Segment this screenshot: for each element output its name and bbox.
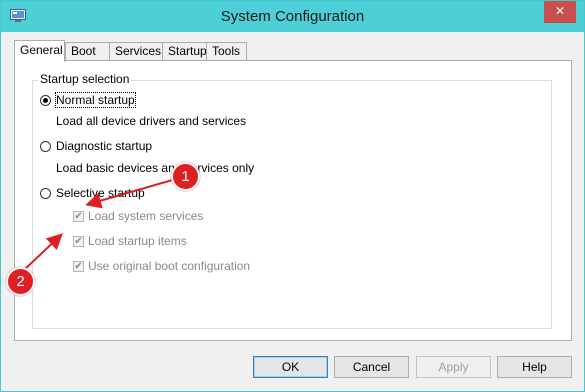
- startup-selection-legend: Startup selection: [38, 72, 132, 86]
- window-title: System Configuration: [220, 8, 365, 25]
- close-button[interactable]: ✕: [544, 1, 576, 23]
- load-startup-items-checkbox[interactable]: ✔: [73, 236, 84, 247]
- diagnostic-startup-label[interactable]: Diagnostic startup: [56, 139, 152, 153]
- tab-services[interactable]: Services: [109, 42, 163, 60]
- startup-selection-group: Startup selection Normal startup Load al…: [32, 72, 552, 329]
- annotation-badge-1: 1: [171, 162, 200, 191]
- tab-startup[interactable]: Startup: [162, 42, 207, 60]
- checkmark-icon: ✔: [74, 261, 83, 272]
- load-system-services-checkbox[interactable]: ✔: [73, 211, 84, 222]
- system-configuration-window: System Configuration ✕ General Boot Serv…: [0, 0, 585, 392]
- title-bar[interactable]: System Configuration ✕: [1, 1, 584, 32]
- checkmark-icon: ✔: [74, 211, 83, 222]
- normal-startup-description: Load all device drivers and services: [56, 114, 247, 128]
- use-original-boot-config-label[interactable]: Use original boot configuration: [88, 259, 250, 273]
- tab-tools[interactable]: Tools: [206, 42, 247, 60]
- apply-button[interactable]: Apply: [416, 356, 491, 378]
- use-original-boot-config-checkbox[interactable]: ✔: [73, 261, 84, 272]
- ok-button[interactable]: OK: [253, 356, 328, 378]
- selective-startup-radio[interactable]: [40, 188, 51, 199]
- normal-startup-label[interactable]: Normal startup: [55, 92, 136, 108]
- diagnostic-startup-description: Load basic devices and services only: [56, 161, 255, 175]
- cancel-button[interactable]: Cancel: [334, 356, 409, 378]
- help-button[interactable]: Help: [497, 356, 572, 378]
- annotation-badge-2: 2: [6, 267, 35, 296]
- checkmark-icon: ✔: [74, 236, 83, 247]
- diagnostic-startup-radio[interactable]: [40, 141, 51, 152]
- general-tab-panel: Startup selection Normal startup Load al…: [14, 60, 572, 341]
- selective-startup-label[interactable]: Selective startup: [56, 186, 145, 200]
- load-system-services-label[interactable]: Load system services: [88, 209, 203, 223]
- tab-general[interactable]: General: [14, 40, 65, 62]
- load-startup-items-label[interactable]: Load startup items: [88, 234, 187, 248]
- normal-startup-radio[interactable]: [40, 95, 51, 106]
- close-icon: ✕: [554, 4, 566, 18]
- tab-boot[interactable]: Boot: [65, 42, 110, 60]
